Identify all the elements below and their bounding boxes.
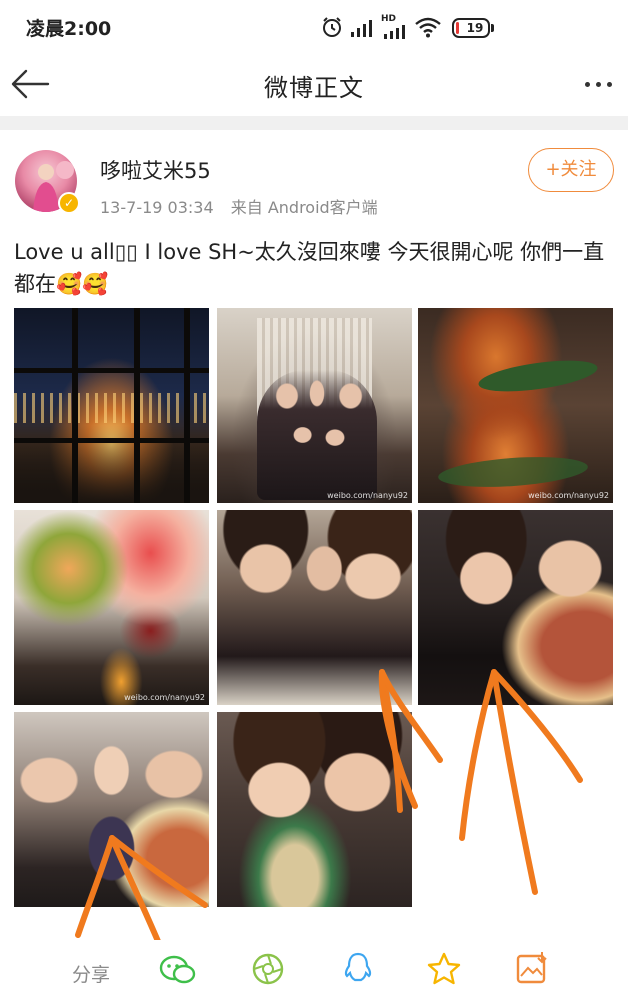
wechat-icon [159,955,196,984]
more-button[interactable] [578,66,618,102]
photo-7[interactable] [14,712,209,907]
more-dots-icon [584,81,590,87]
save-image-icon [516,952,547,984]
photo-watermark: weibo.com/nanyu92 [327,491,408,500]
follow-button[interactable]: +关注 [528,148,614,192]
share-wechat-button[interactable] [158,950,198,986]
share-qq-button[interactable] [338,950,378,986]
photo-1[interactable] [14,308,209,503]
photo-6[interactable] [418,510,613,705]
post-meta: 13-7-19 03:34 来自 Android客户端 [100,194,378,218]
post-source: 来自 Android客户端 [230,198,378,217]
page-title: 微博正文 [264,74,364,102]
alarm-icon [323,17,341,37]
share-moments-button[interactable] [248,950,288,986]
username[interactable]: 哆啦艾米55 [100,155,211,185]
status-time: 凌晨2:00 [26,18,112,40]
photo-8[interactable] [217,712,412,907]
battery-nub [491,24,494,32]
qq-icon [344,952,372,982]
save-image-button[interactable] [512,950,552,986]
photo-2[interactable]: weibo.com/nanyu92 [217,308,412,503]
star-icon [427,952,461,985]
post-timestamp: 13-7-19 03:34 [100,198,214,217]
photo-watermark: weibo.com/nanyu92 [528,491,609,500]
favorite-button[interactable] [424,950,464,986]
signal-icon-2 [384,25,405,39]
battery-icon: 19 [452,18,490,38]
photo-3[interactable]: weibo.com/nanyu92 [418,308,613,503]
share-label: 分享 [72,964,111,986]
post-text: Love u all▯▯ I love SH~太久沒回來嘍 今天很開心呢 你們一… [14,240,605,296]
signal-icon [351,20,372,37]
photo-watermark: weibo.com/nanyu92 [124,693,205,702]
verified-badge-icon: ✓ [58,192,80,214]
section-divider [0,116,628,130]
status-bar: 凌晨2:00 HD 19 [0,0,628,56]
hd-badge: HD [381,14,397,24]
moments-icon [252,953,284,985]
photo-4[interactable]: weibo.com/nanyu92 [14,510,209,705]
wifi-icon [415,17,441,38]
battery-level: 19 [466,21,484,35]
nav-bar: 微博正文 [0,56,628,112]
photo-5[interactable] [217,510,412,705]
